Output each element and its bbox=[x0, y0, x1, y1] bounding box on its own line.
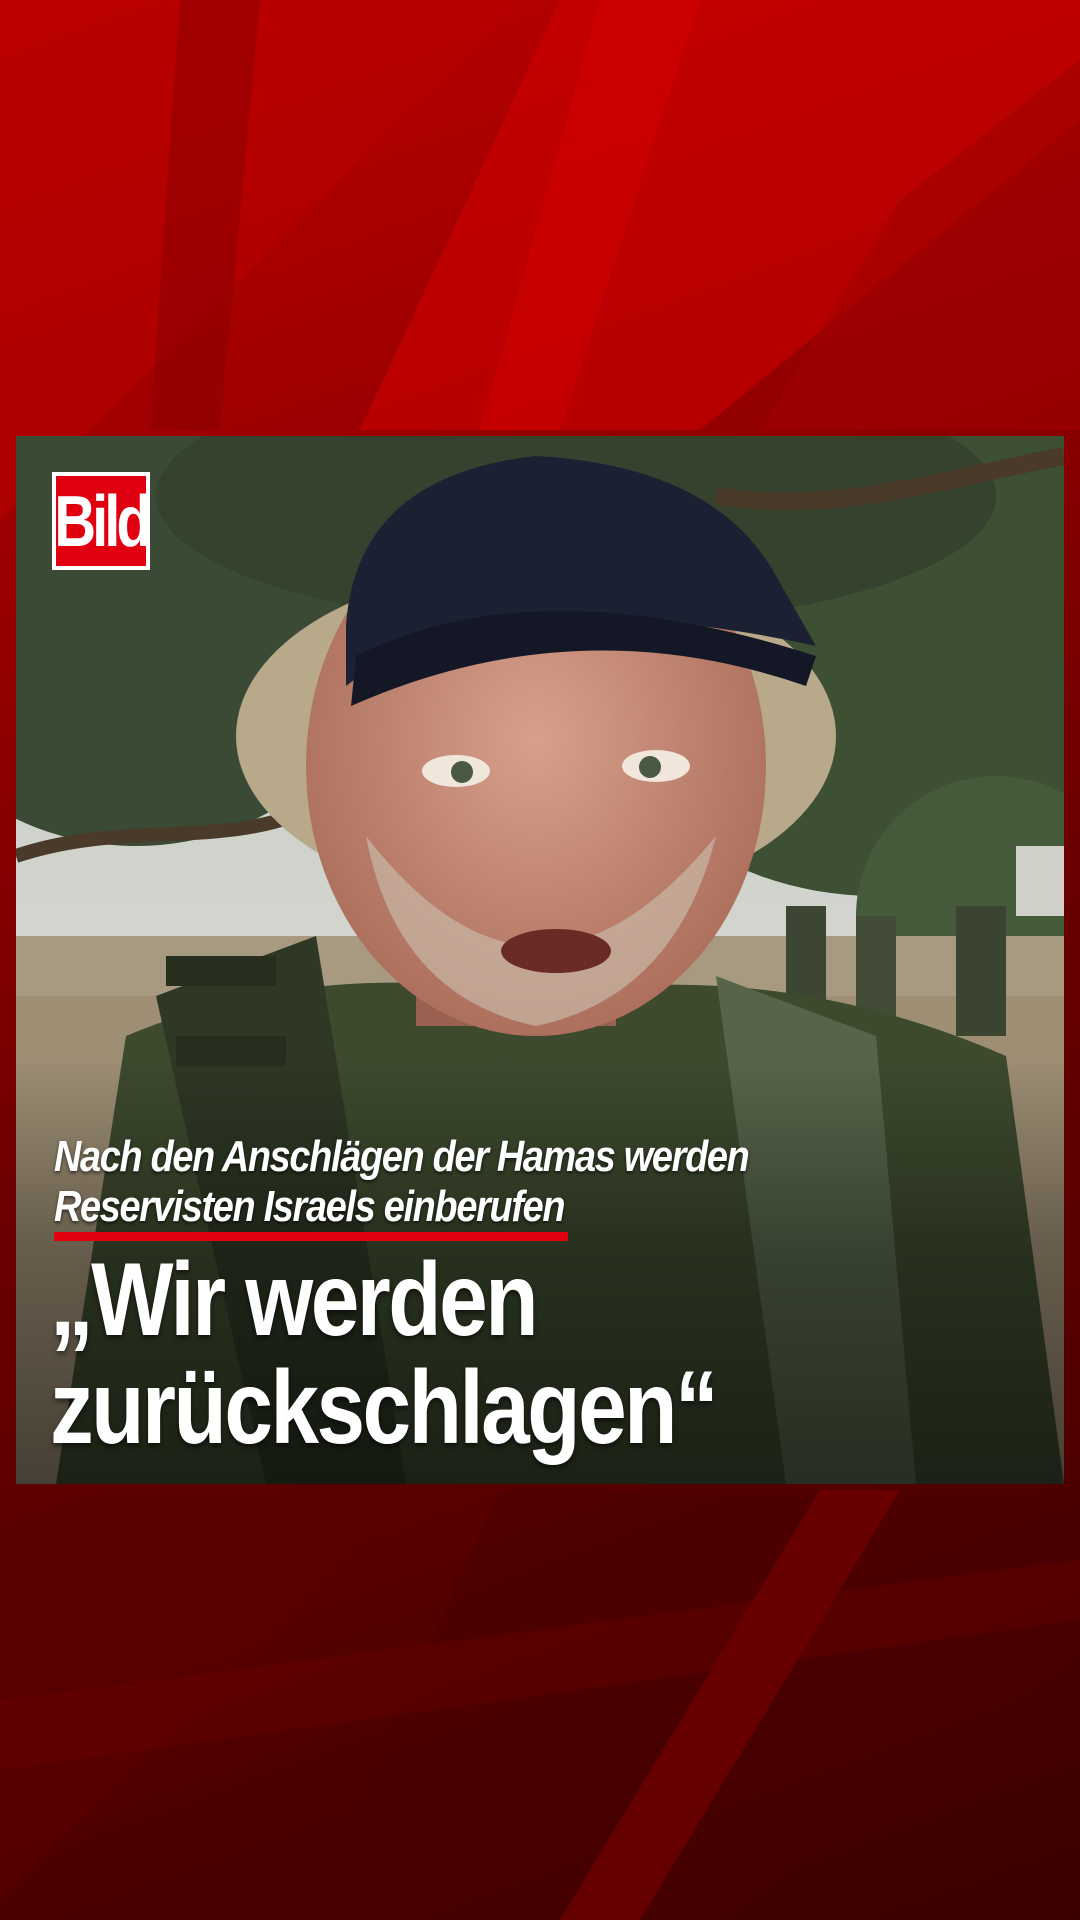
headline-line-1: „Wir werden bbox=[50, 1242, 539, 1358]
bild-logo-text: Bild bbox=[54, 480, 152, 562]
bild-logo: Bild bbox=[52, 472, 152, 570]
headline-line-2: zurückschlagen“ bbox=[50, 1350, 719, 1466]
video-subline: Nach den Anschlägen der Hamas werden Res… bbox=[54, 1132, 880, 1232]
video-frame[interactable]: Bild Nach den Anschlägen der Hamas werde… bbox=[16, 436, 1064, 1484]
subline-line-2: Reservisten Israels einberufen bbox=[54, 1182, 566, 1231]
subline-underline bbox=[54, 1232, 568, 1241]
subline-line-1: Nach den Anschlägen der Hamas werden bbox=[54, 1132, 750, 1181]
video-headline: „Wir werden zurückschlagen“ bbox=[50, 1246, 873, 1462]
